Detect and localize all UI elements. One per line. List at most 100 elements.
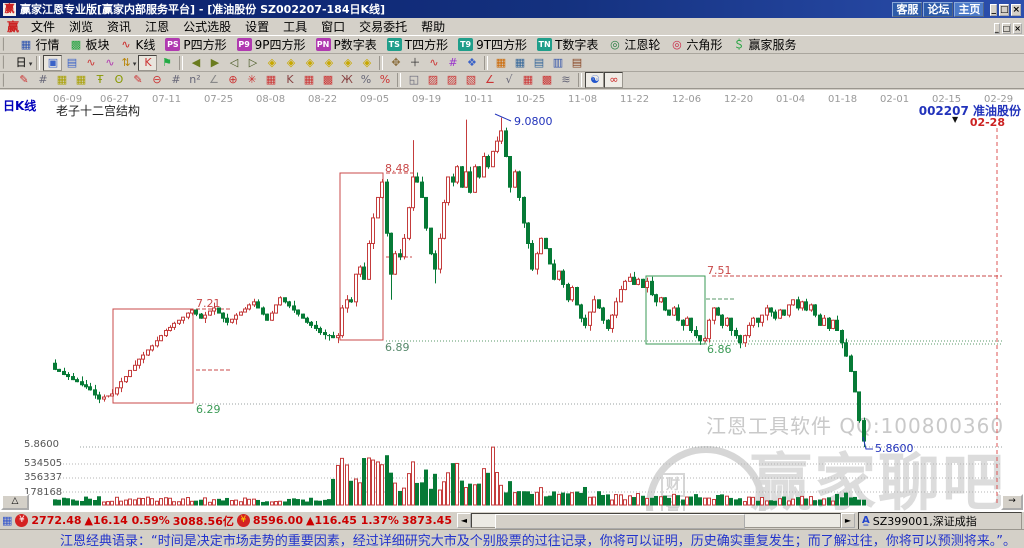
square-number-icon[interactable]: n² (185, 72, 204, 88)
infinity-icon[interactable]: ∞ (604, 72, 624, 88)
first-page-icon[interactable]: ◀ (186, 55, 205, 71)
ruler-grid-icon[interactable]: # (166, 72, 185, 88)
dropdown-marker-icon[interactable]: ▼ (952, 115, 958, 124)
restore-button[interactable]: □ (998, 4, 1010, 16)
wave-lines-icon[interactable]: ≋ (556, 72, 575, 88)
scroll-right-button[interactable]: → (1001, 494, 1023, 510)
time-window-1-icon[interactable]: ▦ (299, 72, 318, 88)
zoom-tool-5-icon[interactable]: ◈ (338, 55, 357, 71)
calendar-icon[interactable]: ▦ (491, 55, 510, 71)
select-region-icon[interactable]: ◱ (404, 72, 423, 88)
window-mode-icon[interactable]: ▣ (43, 54, 63, 71)
kline-button[interactable]: ∿ K线 (115, 37, 161, 53)
winner-service-button[interactable]: ＄赢家服务 (727, 37, 801, 53)
t-square-button[interactable]: TS T四方形 (382, 37, 453, 53)
speed-lines-icon[interactable]: ▨ (442, 72, 461, 88)
grid-lines-icon[interactable]: # (33, 72, 52, 88)
check-tool-icon[interactable]: √ (499, 72, 518, 88)
p9-square-button[interactable]: P9 9P四方形 (232, 37, 311, 53)
next-bar-icon[interactable]: ▷ (243, 55, 262, 71)
time-window-2-icon[interactable]: ▩ (318, 72, 337, 88)
menu-江恩[interactable]: 江恩 (138, 18, 176, 35)
angle-icon[interactable]: ∠ (204, 72, 223, 88)
angle-pen-icon[interactable]: ✎ (128, 72, 147, 88)
zoom-tool-6-icon[interactable]: ◈ (357, 55, 376, 71)
grid-tool-icon[interactable]: # (443, 55, 462, 71)
spiral-icon[interactable]: ʘ (109, 72, 128, 88)
menu-窗口[interactable]: 窗口 (314, 18, 352, 35)
child-minimize-button[interactable]: _ (993, 22, 1000, 34)
zoom-tool-2-icon[interactable]: ◈ (281, 55, 300, 71)
notes-icon[interactable]: ▤ (529, 55, 548, 71)
scrollbar-left-arrow-icon[interactable]: ◄ (457, 513, 471, 528)
p-square-button[interactable]: PS P四方形 (160, 37, 231, 53)
prev-bar-icon[interactable]: ◁ (224, 55, 243, 71)
menu-交易委托[interactable]: 交易委托 (352, 18, 414, 35)
flag-marker-icon[interactable]: ⚑ (157, 55, 176, 71)
info-panel-icon[interactable]: ▤ (62, 55, 81, 71)
gann-grid-2-icon[interactable]: ▦ (71, 72, 90, 88)
hexagon-button[interactable]: ◎ 六角形 (665, 37, 727, 53)
zoom-tool-4-icon[interactable]: ◈ (319, 55, 338, 71)
calculator-icon[interactable]: ▦ (510, 55, 529, 71)
quotes-button[interactable]: ▦ 行情 (14, 37, 64, 53)
t-number-table-button[interactable]: TN T数字表 (532, 37, 603, 53)
save-icon[interactable]: ▥ (548, 55, 567, 71)
scrollbar-track[interactable] (471, 513, 841, 529)
zoom-tool-3-icon[interactable]: ◈ (300, 55, 319, 71)
star-cycle-icon[interactable]: ✳ (242, 72, 261, 88)
menu-公式选股[interactable]: 公式选股 (176, 18, 238, 35)
menu-帮助[interactable]: 帮助 (414, 18, 452, 35)
indicator-line-icon[interactable]: ∿ (100, 55, 119, 71)
fan-lines-icon[interactable]: ▨ (423, 72, 442, 88)
draw-pen-icon[interactable]: ✎ (14, 72, 33, 88)
trend-angle-icon[interactable]: ∠ (480, 72, 499, 88)
child-close-button[interactable]: × (1013, 22, 1022, 34)
forum-button[interactable]: 论坛 (923, 1, 954, 17)
zoom-tool-1-icon[interactable]: ◈ (262, 55, 281, 71)
period-selector[interactable]: 日 ▾ (14, 55, 33, 71)
price-grid-icon[interactable]: ▦ (518, 72, 537, 88)
gann-grid-1-icon[interactable]: ▦ (52, 72, 71, 88)
menu-资讯[interactable]: 资讯 (100, 18, 138, 35)
wave-tool-icon[interactable]: ∿ (424, 55, 443, 71)
t-line-icon[interactable]: Ŧ (90, 72, 109, 88)
expand-pane-button[interactable]: △ (1, 494, 29, 510)
percent-icon[interactable]: % (356, 72, 375, 88)
menu-文件[interactable]: 文件 (24, 18, 62, 35)
chip-tool-icon[interactable]: ❖ (462, 55, 481, 71)
circle-cross-icon[interactable]: ⊕ (223, 72, 242, 88)
kline-chart[interactable]: 7.21 6.29 8.48 6.89 7.51 6.86 9.0800 5.8600 (0, 90, 1024, 511)
minimize-button[interactable]: _ (990, 4, 997, 16)
dot-grid-icon[interactable]: ▩ (537, 72, 556, 88)
chart-scrollbar[interactable]: ◄ ► (457, 513, 855, 529)
gann-box-icon[interactable]: ▦ (261, 72, 280, 88)
hand-tool-icon[interactable]: ✥ (386, 55, 405, 71)
selected-index-panel[interactable]: A̲ SZ399001,深证成指 (858, 511, 1022, 530)
child-restore-button[interactable]: □ (1001, 22, 1012, 34)
ma-line-icon[interactable]: ∿ (81, 55, 100, 71)
gann-wheel-button[interactable]: ◎ 江恩轮 (603, 37, 665, 53)
channel-icon[interactable]: ▧ (461, 72, 480, 88)
t9-square-button[interactable]: T9 9T四方形 (453, 37, 532, 53)
golden-percent-icon[interactable]: % (375, 72, 394, 88)
scale-toggle-icon[interactable]: ⇅ ▾ (119, 55, 138, 71)
customer-service-button[interactable]: 客服 (892, 1, 923, 17)
cycle-tool-icon[interactable]: Ж (337, 72, 356, 88)
p-number-table-button[interactable]: PN P数字表 (311, 37, 382, 53)
scrollbar-right-arrow-icon[interactable]: ► (841, 513, 855, 528)
kline-style-icon[interactable]: K (138, 54, 158, 71)
close-button[interactable]: × (1011, 4, 1021, 16)
last-page-icon[interactable]: ▶ (205, 55, 224, 71)
order-cart-icon[interactable]: ▤ (567, 55, 586, 71)
cross-cursor-icon[interactable]: ＋ (405, 55, 424, 71)
chart-area[interactable]: 江恩工具软件 QQ:100800360 赢家聊吧 财 赢 7.216.298.4… (0, 90, 1024, 511)
ellipse-icon[interactable]: ⊖ (147, 72, 166, 88)
market-grid-icon[interactable]: ▦ (2, 514, 12, 527)
homepage-button[interactable]: 主页 (954, 1, 985, 17)
menu-浏览[interactable]: 浏览 (62, 18, 100, 35)
menu-设置[interactable]: 设置 (238, 18, 276, 35)
sectors-button[interactable]: ▩ 板块 (64, 37, 114, 53)
taiji-icon[interactable]: ☯ (585, 72, 605, 88)
scrollbar-thumb[interactable] (495, 514, 745, 529)
